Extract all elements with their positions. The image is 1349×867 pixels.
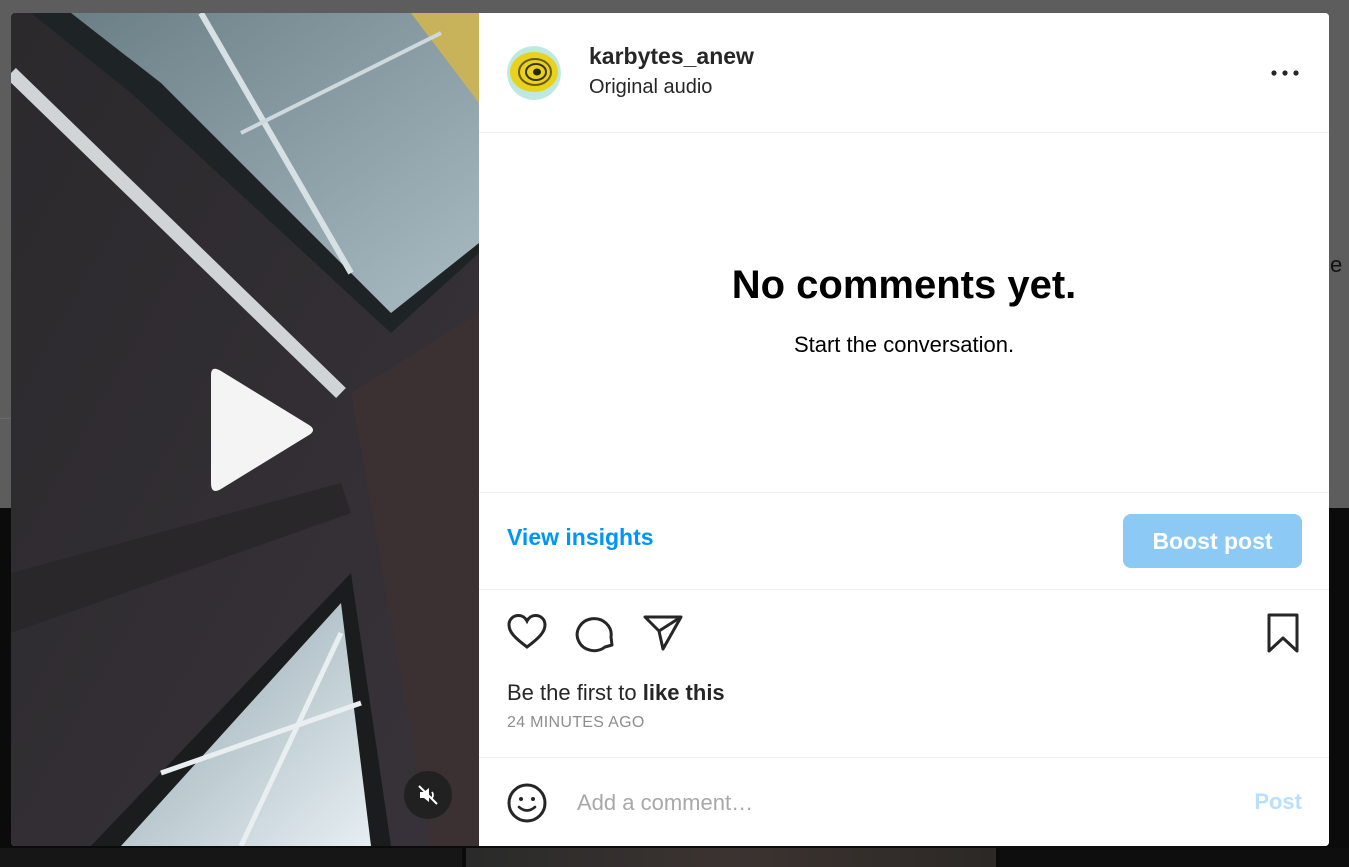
boost-post-button[interactable]: Boost post [1123, 514, 1302, 568]
comment-button[interactable] [574, 611, 618, 655]
comment-input[interactable] [575, 782, 1219, 824]
avatar[interactable] [507, 46, 561, 100]
backdrop-thumbnail [466, 848, 996, 867]
empty-comments-title: No comments yet. [731, 263, 1077, 307]
username-link[interactable]: karbytes_anew [589, 43, 754, 70]
bookmark-icon [1267, 613, 1299, 653]
heart-icon [507, 613, 547, 649]
muted-speaker-icon [418, 785, 438, 805]
audio-link[interactable]: Original audio [589, 76, 712, 99]
mute-toggle-button[interactable] [404, 771, 452, 819]
backdrop-peek-text: e [1330, 252, 1343, 277]
save-button[interactable] [1261, 611, 1305, 655]
comments-empty-state: No comments yet. Start the conversation. [479, 263, 1329, 358]
post-timestamp[interactable]: 24 MINUTES AGO [507, 714, 645, 732]
empty-comments-subtitle: Start the conversation. [793, 332, 1015, 357]
likes-summary: Be the first to like this [507, 680, 725, 706]
avatar-image [507, 46, 561, 100]
play-button[interactable] [191, 365, 321, 495]
backdrop-thumbnail [0, 848, 462, 867]
paper-plane-icon [643, 615, 683, 651]
view-insights-link[interactable]: View insights [507, 524, 654, 551]
post-modal: karbytes_anew Original audio No comments… [11, 13, 1329, 846]
more-options-button[interactable] [1269, 61, 1301, 85]
share-button[interactable] [641, 611, 685, 655]
comment-bubble-icon [575, 617, 614, 653]
more-options-icon [1271, 70, 1299, 76]
smiley-icon [507, 783, 547, 823]
play-icon [211, 368, 313, 491]
like-button[interactable] [505, 611, 549, 655]
backdrop-thumbnail [1000, 848, 1349, 867]
post-header: karbytes_anew Original audio [479, 13, 1329, 133]
like-this-link[interactable]: like this [643, 680, 725, 705]
post-comment-button[interactable]: Post [1254, 789, 1302, 815]
post-details-panel: karbytes_anew Original audio No comments… [479, 13, 1329, 846]
video-player[interactable] [11, 13, 479, 846]
comment-composer: Post [479, 757, 1329, 846]
likes-prefix: Be the first to [507, 680, 637, 705]
insights-bar: View insights Boost post [479, 492, 1329, 590]
emoji-picker-button[interactable] [506, 782, 548, 824]
